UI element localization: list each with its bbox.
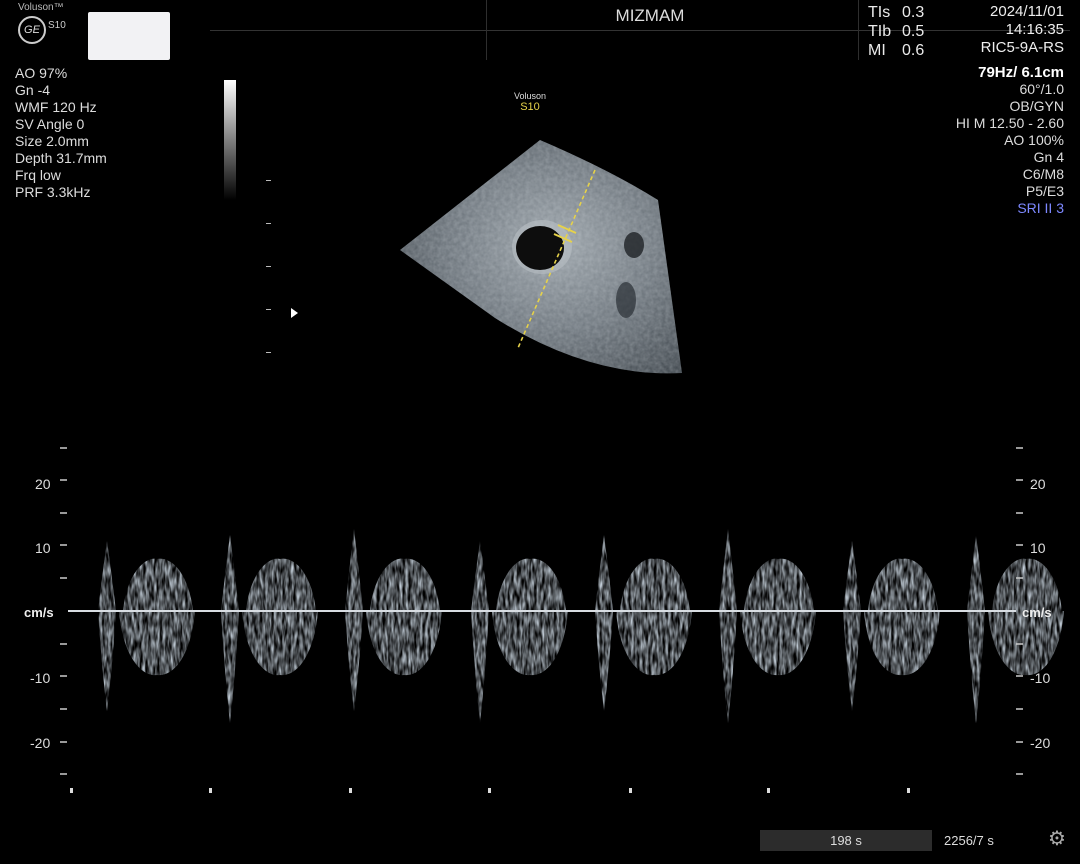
flow-envelope-positive <box>620 558 690 611</box>
flow-envelope-negative <box>119 611 195 676</box>
safety-indices: TIs 0.3 TIb 0.5 MI 0.6 <box>868 3 924 60</box>
right-tick-label: -20 <box>1030 735 1051 751</box>
systolic-spike <box>967 535 985 723</box>
datetime-probe: 2024/11/01 14:16:35 RIC5-9A-RS <box>981 3 1064 57</box>
systolic-spike <box>471 541 489 723</box>
index-row-mi: MI 0.6 <box>868 42 925 59</box>
flow-envelope-negative <box>242 611 318 676</box>
ge-logo-icon: GE <box>18 16 46 44</box>
header-divider <box>210 30 1070 31</box>
bmode-image[interactable] <box>390 130 690 380</box>
velocity-unit-left: cm/s <box>24 605 54 620</box>
left-tick-label: -20 <box>30 735 51 751</box>
right-tick-label: 10 <box>1030 540 1046 556</box>
bmode-params: 79Hz/ 6.1cm 60°/1.0 OB/GYN HI M 12.50 - … <box>955 64 1064 216</box>
probe-name: RIC5-9A-RS <box>980 39 1064 56</box>
systolic-spike <box>595 535 613 711</box>
flow-envelope-positive <box>744 558 814 611</box>
spectrum-marks <box>98 529 1064 723</box>
time-tick <box>907 788 910 793</box>
header-separator <box>486 0 487 60</box>
flow-envelope-positive <box>123 558 193 611</box>
dark-region <box>624 232 644 258</box>
gear-icon[interactable]: ⚙ <box>1048 826 1066 851</box>
flow-envelope-negative <box>864 611 940 676</box>
time-tick <box>629 788 632 793</box>
flow-envelope-positive <box>370 558 440 611</box>
gestational-sac <box>516 226 564 270</box>
patient-id-redaction <box>88 12 170 60</box>
image-brand-label: Voluson S10 <box>513 91 547 113</box>
doppler-spectrum[interactable] <box>0 440 1080 800</box>
right-tick-label: -10 <box>1030 670 1051 686</box>
depth-tick <box>266 180 271 181</box>
sri-setting: SRI II 3 <box>1017 200 1064 216</box>
systolic-spike <box>719 529 737 723</box>
systolic-spike <box>345 529 363 711</box>
header-separator <box>858 0 859 60</box>
velocity-unit-right: cm/s <box>1022 605 1052 620</box>
depth-tick <box>266 309 271 310</box>
depth-tick <box>266 223 271 224</box>
systolic-spike <box>843 541 861 711</box>
frame-rate-depth: 79Hz/ 6.1cm <box>978 64 1064 81</box>
left-tick-label: -10 <box>30 670 51 686</box>
left-tick-label: 10 <box>35 540 51 556</box>
time-tick <box>767 788 770 793</box>
exam-date: 2024/11/01 <box>990 3 1064 20</box>
depth-tick <box>266 352 271 353</box>
header-title: MIZMAM <box>615 6 685 25</box>
flow-envelope-negative <box>366 611 442 676</box>
systolic-spike <box>98 541 116 711</box>
flow-envelope-negative <box>616 611 692 676</box>
doppler-params: AO 97% Gn -4 WMF 120 Hz SV Angle 0 Size … <box>15 65 107 200</box>
cine-progress-bar[interactable]: 198 s <box>760 830 932 851</box>
flow-envelope-negative <box>492 611 568 676</box>
grayscale-bar <box>224 80 236 200</box>
dark-region <box>616 282 636 318</box>
left-tick-label: 20 <box>35 476 51 492</box>
cine-frames: 2256/7 s <box>944 833 994 848</box>
flow-envelope-negative <box>740 611 816 676</box>
right-tick-label: 20 <box>1030 476 1046 492</box>
brand-product: Voluson™ <box>18 2 64 13</box>
systolic-spike <box>221 535 239 723</box>
time-tick <box>70 788 73 793</box>
flow-envelope-positive <box>868 558 938 611</box>
index-row-tib: TIb 0.5 <box>868 23 925 40</box>
flow-envelope-positive <box>246 558 316 611</box>
time-tick <box>209 788 212 793</box>
exam-time: 14:16:35 <box>1005 21 1064 38</box>
time-tick <box>488 788 491 793</box>
flow-envelope-negative <box>988 611 1064 676</box>
flow-envelope-positive <box>496 558 566 611</box>
index-row-tis: TIs 0.3 <box>868 4 925 21</box>
brand-model: S10 <box>48 20 66 31</box>
focus-marker-icon[interactable] <box>289 307 299 319</box>
flow-envelope-positive <box>992 558 1062 611</box>
time-tick <box>349 788 352 793</box>
depth-tick <box>266 266 271 267</box>
